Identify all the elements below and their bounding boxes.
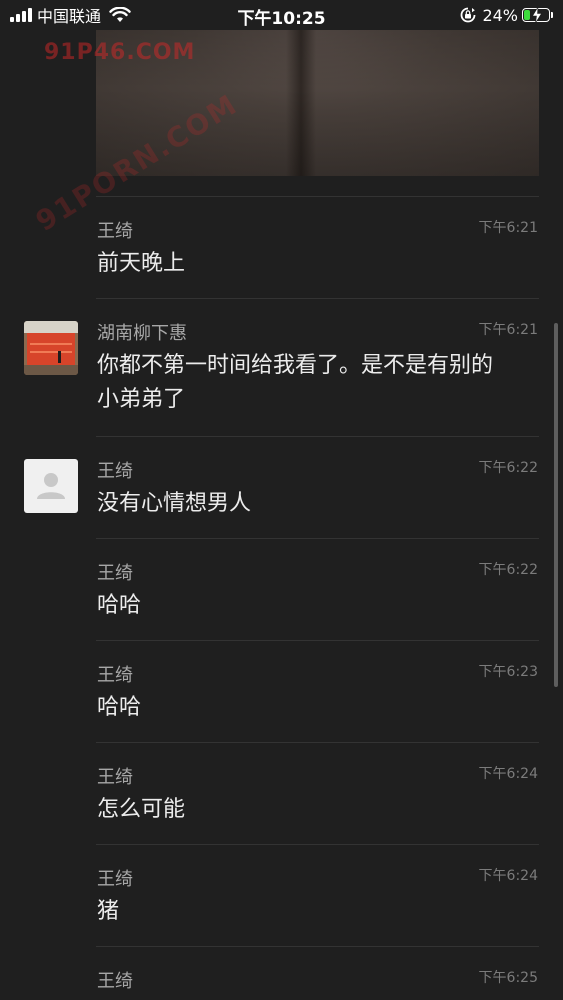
message-time: 下午6:24 (478, 766, 538, 782)
message-text: 哈哈 (97, 695, 142, 720)
message-text: 没有心情想男人 (97, 491, 252, 516)
photo-gradient (96, 30, 539, 176)
scrollbar[interactable] (554, 323, 558, 687)
battery-tip (551, 12, 553, 18)
message-time: 下午6:22 (478, 562, 538, 578)
status-right: 24% (460, 5, 553, 25)
message-text: 怎么可能 (97, 797, 186, 822)
divider (96, 538, 539, 539)
sender-name: 湖南柳下惠 (97, 323, 187, 344)
message-time: 下午6:21 (478, 220, 538, 236)
person-silhouette-icon (37, 473, 65, 499)
sender-name: 王绮 (97, 665, 133, 686)
divider (96, 196, 539, 197)
message-time: 下午6:24 (478, 868, 538, 884)
message-text-line: 你都不第一时间给我看了。是不是有别的 (97, 353, 494, 378)
rotation-lock-icon (461, 7, 476, 23)
message-time: 下午6:21 (478, 322, 538, 338)
avatar[interactable] (24, 321, 78, 375)
sender-name: 王绮 (97, 221, 133, 242)
divider (96, 640, 539, 641)
status-bar: 中国联通 下午10:25 24% (0, 0, 563, 30)
divider (96, 946, 539, 947)
message-text: 猪 (97, 899, 120, 924)
message-time: 下午6:23 (478, 664, 538, 680)
battery-charging-icon (522, 7, 550, 23)
sender-name: 王绮 (97, 971, 133, 992)
divider (96, 298, 539, 299)
message-text: 前天晚上 (97, 251, 186, 276)
message-time: 下午6:25 (478, 970, 538, 986)
message-text: 哈哈 (97, 593, 142, 618)
battery-percent: 24% (482, 5, 518, 25)
sender-name: 王绮 (97, 869, 133, 890)
message-text-line: 小弟弟了 (97, 387, 186, 412)
divider (96, 844, 539, 845)
sender-name: 王绮 (97, 461, 133, 482)
divider (96, 436, 539, 437)
divider (96, 742, 539, 743)
sender-name: 王绮 (97, 563, 133, 584)
sender-name: 王绮 (97, 767, 133, 788)
message-time: 下午6:22 (478, 460, 538, 476)
chat-image-photo[interactable] (96, 30, 539, 176)
avatar[interactable] (24, 459, 78, 513)
